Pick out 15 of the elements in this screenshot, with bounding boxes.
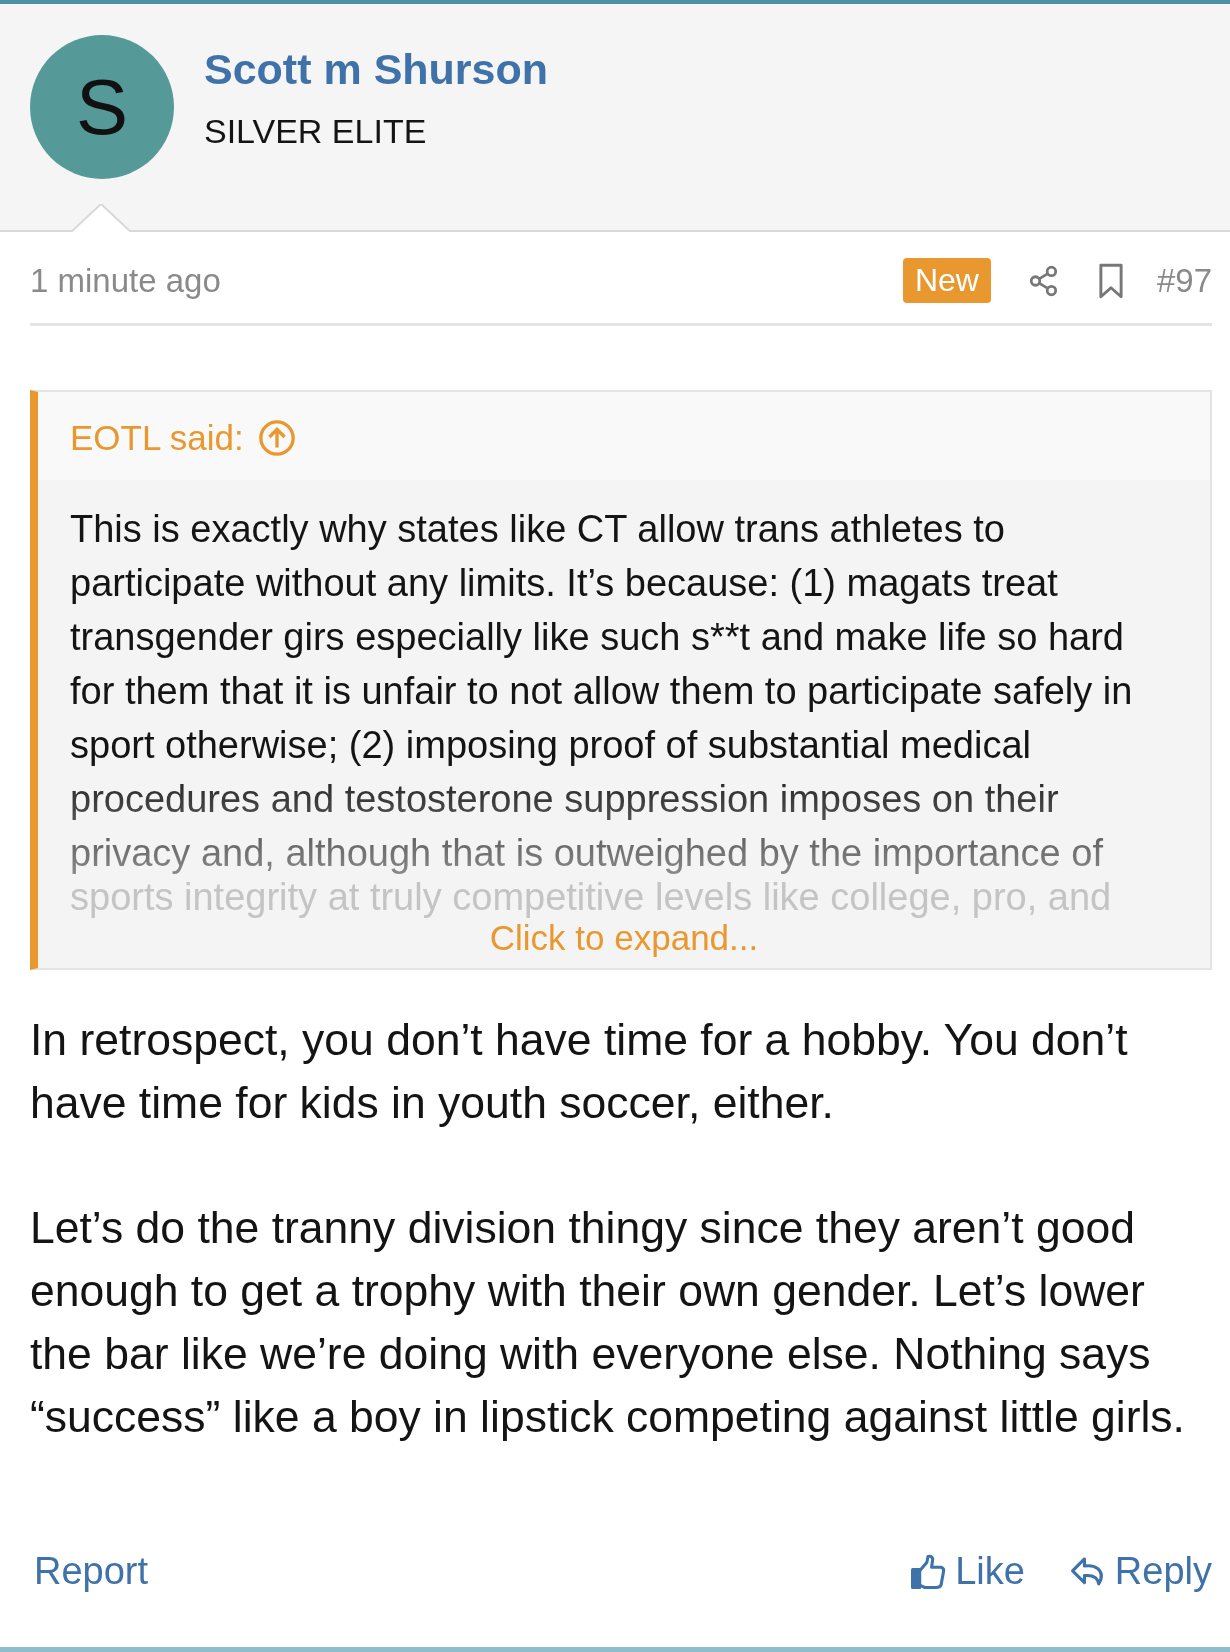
thumbs-up-icon: [909, 1552, 948, 1591]
reply-button[interactable]: Reply: [1068, 1550, 1212, 1593]
quote-attribution: EOTL said:: [70, 418, 244, 458]
avatar[interactable]: S: [30, 35, 174, 179]
post-paragraph: Let’s do the tranny division thingy since they aren’t good enough to get a trophy with their own gender. Let’s lower the bar like we’re doing with everyone else. Nothing says “success” like a boy in lipstick competing against little girls.: [30, 1202, 1186, 1443]
author-name[interactable]: Scott m Shurson: [204, 45, 549, 94]
bookmark-icon[interactable]: [1096, 262, 1125, 299]
report-link[interactable]: Report: [34, 1550, 149, 1593]
post-time[interactable]: 1 minute ago: [30, 261, 221, 300]
like-button[interactable]: Like: [909, 1550, 1025, 1593]
user-rank: SILVER ELITE: [204, 112, 428, 151]
new-badge: New: [902, 258, 991, 303]
quote-text: This is exactly why states like CT allow trans athletes to participate without any limits. It’s because: (1) magats treat transgender girs especially like such s**t and make life so hard for them that it is unfair to not allow them to participate safely in sport otherwise; (2) imposing proof of substantial medical procedures and testosterone suppression imposes on their privacy and, although that is outweighed by the importance of: [70, 507, 1134, 876]
post-number[interactable]: #97: [1156, 261, 1212, 300]
post-paragraph: In retrospect, you don’t have time for a hobby. You don’t have time for kids in youth soccer, either.: [30, 1014, 1129, 1129]
